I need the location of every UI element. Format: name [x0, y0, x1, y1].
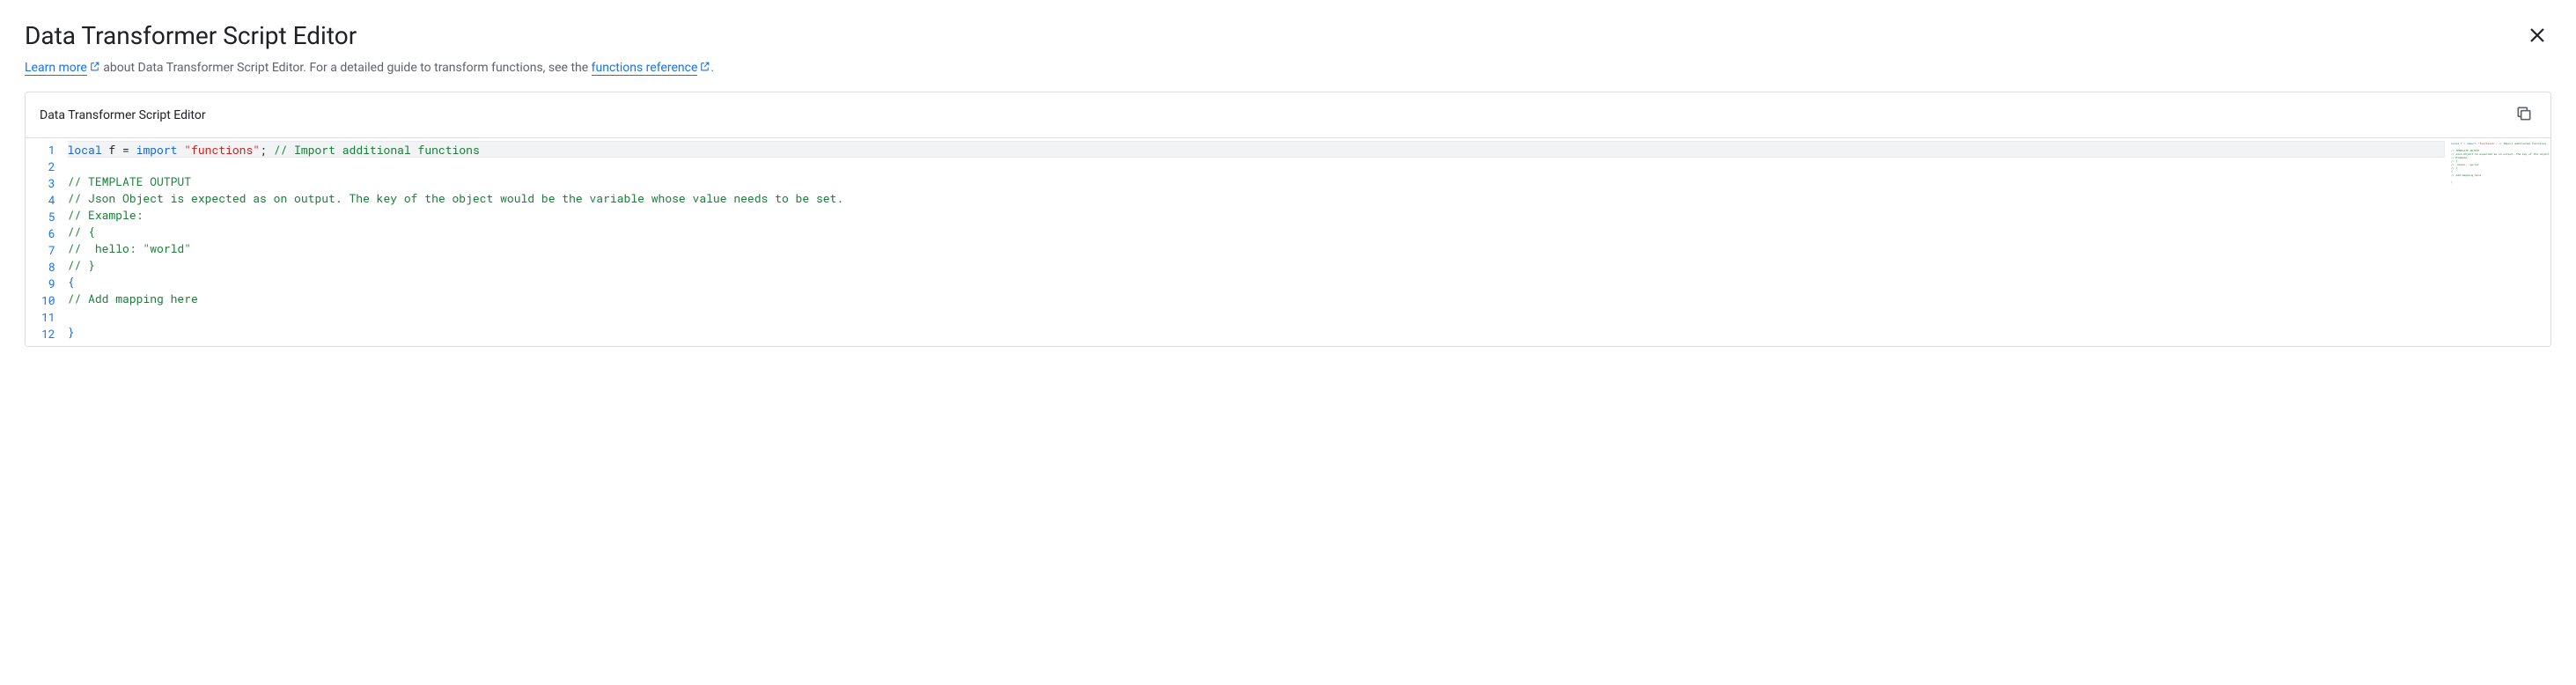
code-line[interactable]: local f = import "functions"; // Import …	[68, 141, 2445, 158]
subtitle-text: Learn more about Data Transformer Script…	[25, 61, 2551, 76]
functions-reference-link[interactable]: functions reference	[592, 61, 698, 76]
external-link-icon	[89, 61, 100, 76]
code-line[interactable]: // Json Object is expected as on output.…	[68, 190, 2445, 207]
line-number: 11	[41, 309, 55, 326]
close-button[interactable]	[2523, 21, 2551, 52]
line-number: 2	[41, 158, 55, 175]
external-link-icon	[699, 61, 710, 76]
page-title: Data Transformer Script Editor	[25, 21, 357, 50]
code-line[interactable]: // TEMPLATE OUTPUT	[68, 173, 2445, 190]
editor-header: Data Transformer Script Editor	[26, 92, 2550, 138]
editor-panel: Data Transformer Script Editor 123456789…	[25, 92, 2551, 347]
learn-more-link[interactable]: Learn more	[25, 61, 87, 76]
copy-button[interactable]	[2512, 101, 2536, 129]
code-line[interactable]: // Add mapping here	[68, 291, 2445, 307]
line-number: 1	[41, 142, 55, 158]
code-line[interactable]	[68, 307, 2445, 324]
code-line[interactable]: // {	[68, 224, 2445, 240]
line-number: 6	[41, 225, 55, 242]
line-number: 5	[41, 209, 55, 225]
line-number: 12	[41, 326, 55, 342]
close-icon	[2527, 35, 2548, 48]
code-line[interactable]: // }	[68, 257, 2445, 274]
line-number: 7	[41, 242, 55, 259]
code-content[interactable]: local f = import "functions"; // Import …	[68, 138, 2445, 346]
code-line[interactable]: // Example:	[68, 207, 2445, 224]
line-gutter: 123456789101112	[26, 138, 68, 346]
code-line[interactable]: }	[68, 324, 2445, 341]
code-line[interactable]: // hello: "world"	[68, 240, 2445, 257]
line-number: 8	[41, 259, 55, 276]
minimap[interactable]: local f = import "functions"; // Import …	[2445, 138, 2550, 346]
line-number: 9	[41, 276, 55, 292]
code-line[interactable]	[68, 157, 2445, 173]
code-area[interactable]: 123456789101112 local f = import "functi…	[26, 138, 2445, 346]
line-number: 10	[41, 292, 55, 309]
code-line[interactable]: {	[68, 274, 2445, 291]
editor-body[interactable]: 123456789101112 local f = import "functi…	[26, 138, 2550, 346]
copy-icon	[2515, 112, 2533, 125]
line-number: 3	[41, 175, 55, 192]
editor-panel-title: Data Transformer Script Editor	[40, 108, 206, 122]
line-number: 4	[41, 192, 55, 209]
